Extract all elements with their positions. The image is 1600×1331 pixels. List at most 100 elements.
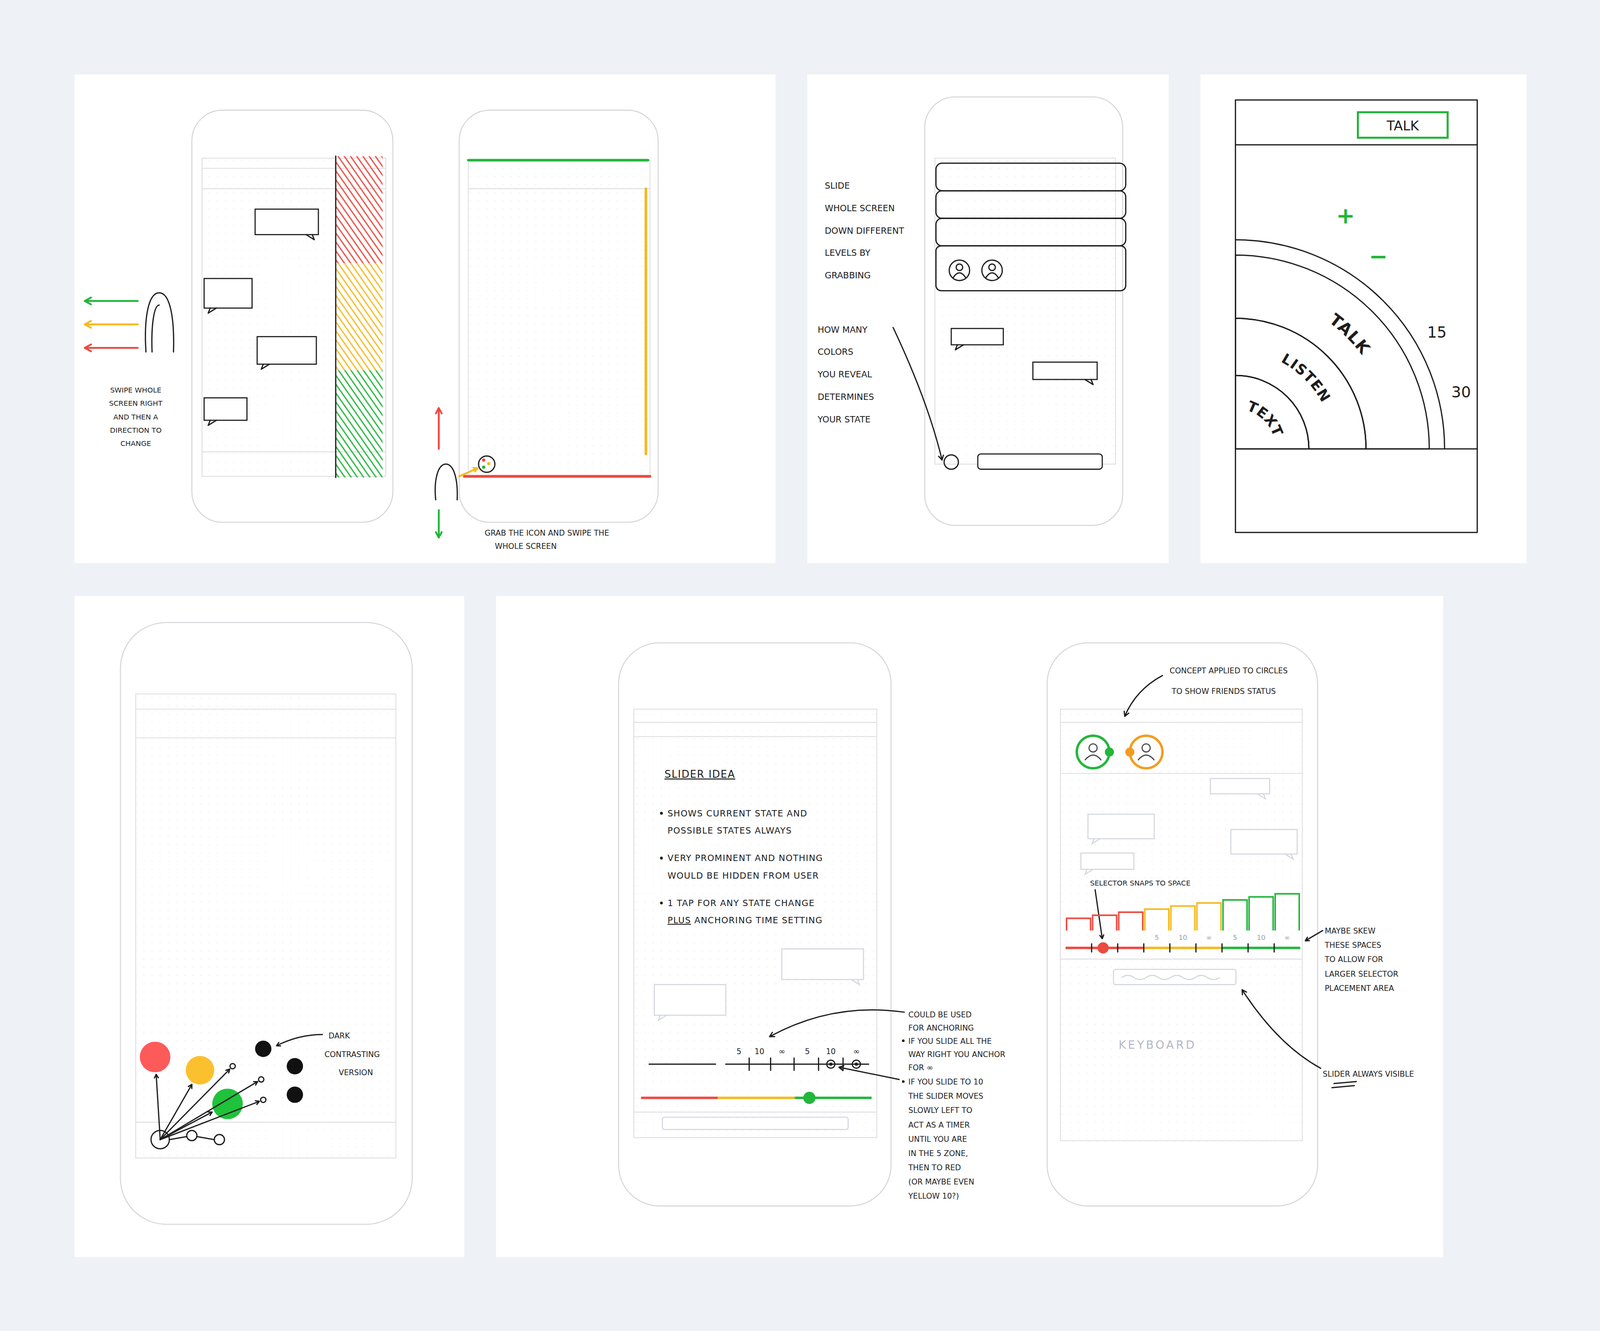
anchor-tick: 10 — [754, 1047, 765, 1057]
state-layer[interactable] — [935, 190, 1126, 219]
status-dot — [1125, 747, 1135, 757]
message-input[interactable] — [977, 453, 1103, 470]
svg-text:TALK: TALK — [1386, 118, 1420, 134]
state-bar[interactable] — [335, 156, 383, 264]
svg-text:COULD BE USED: COULD BE USED — [908, 1010, 972, 1020]
note-arrow-icon — [769, 1010, 905, 1038]
chat-bubble — [1230, 829, 1298, 860]
swipe-note: SWIPE WHOLESCREEN RIGHTAND THEN ADIRECTI… — [108, 385, 163, 448]
snap-tick: 10 — [1256, 933, 1266, 942]
slider-concept-panel: SLIDER IDEASHOWS CURRENT STATE ANDPOSSIB… — [496, 596, 1444, 1258]
phone-outline — [191, 110, 393, 523]
svg-text:PLACEMENT AREA: PLACEMENT AREA — [1324, 984, 1395, 994]
svg-text:YELLOW 10?): YELLOW 10?) — [907, 1192, 959, 1201]
svg-text:DARK: DARK — [328, 1031, 350, 1041]
note-arrow-icon — [893, 327, 944, 461]
state-button[interactable] — [944, 454, 959, 470]
snap-tick: ∞ — [1206, 933, 1212, 942]
svg-text:YOU REVEAL: YOU REVEAL — [817, 369, 873, 380]
plus-button[interactable]: + — [1336, 202, 1355, 229]
svg-text:TO ALLOW FOR: TO ALLOW FOR — [1324, 955, 1383, 965]
phone-outline — [618, 643, 892, 1207]
sketch-board: SWIPE WHOLESCREEN RIGHTAND THEN ADIRECTI… — [0, 0, 1600, 1331]
phone-screen — [633, 709, 877, 1138]
state-ring[interactable] — [1235, 254, 1429, 449]
svg-text:UNTIL YOU ARE: UNTIL YOU ARE — [908, 1135, 968, 1145]
svg-text:IF YOU SLIDE TO 10: IF YOU SLIDE TO 10 — [908, 1077, 984, 1087]
chat-bubble — [254, 209, 319, 240]
svg-text:THEN TO RED: THEN TO RED — [907, 1163, 961, 1173]
anchor-tick: 5 — [736, 1047, 742, 1057]
slider-knob[interactable] — [1097, 942, 1109, 954]
slider-knob[interactable] — [803, 1092, 816, 1105]
svg-text:COLORS: COLORS — [817, 347, 854, 357]
anchor-scale[interactable]: 510∞510∞ — [649, 1047, 869, 1071]
svg-text:SLIDE: SLIDE — [824, 180, 850, 191]
state-bar[interactable] — [335, 263, 383, 371]
svg-text:GRABBING: GRABBING — [824, 270, 871, 281]
friend-status-avatar[interactable] — [1076, 735, 1115, 769]
svg-text:VERY PROMINENT AND NOTHING: VERY PROMINENT AND NOTHING — [667, 853, 824, 864]
message-input[interactable] — [662, 1117, 849, 1130]
ring-label: LISTEN — [1278, 350, 1335, 406]
grab-note: GRAB THE ICON AND SWIPE THEWHOLE SCREEN — [484, 528, 610, 551]
dial-concept-panel: TALKTALKLISTENTEXT+−1530 — [1200, 74, 1527, 564]
reveal-concept-panel: SLIDEWHOLE SCREENDOWN DIFFERENTLEVELS BY… — [807, 74, 1169, 564]
state-layer[interactable] — [935, 218, 1126, 246]
dial-sketch: TALKTALKLISTENTEXT+−1530 — [1200, 74, 1527, 564]
snap-tick: 5 — [1154, 933, 1160, 942]
state-grab-icon[interactable] — [478, 455, 495, 473]
svg-text:IN THE 5 ZONE,: IN THE 5 ZONE, — [908, 1149, 969, 1159]
svg-text:IF YOU SLIDE ALL THE: IF YOU SLIDE ALL THE — [908, 1037, 992, 1047]
avatar-icon[interactable] — [981, 260, 1003, 281]
top-edge-bar[interactable] — [468, 158, 648, 162]
state-layer[interactable] — [935, 163, 1126, 191]
right-edge-bar[interactable] — [644, 188, 648, 454]
snap-tick: ∞ — [1284, 933, 1290, 942]
friend-status-avatar[interactable] — [1125, 735, 1163, 769]
anchor-tick: ∞ — [852, 1047, 860, 1057]
chat-bubble — [1080, 853, 1134, 875]
dark-version-note: DARKCONTRASTINGVERSION — [324, 1031, 380, 1078]
state-dot[interactable] — [185, 1056, 215, 1085]
snap-spaces — [1066, 894, 1300, 931]
svg-text:AND THEN A: AND THEN A — [113, 412, 158, 422]
note-arrow-icon — [276, 1034, 323, 1047]
top-row: SWIPE WHOLESCREEN RIGHTAND THEN ADIRECTI… — [74, 74, 1600, 564]
bottom-edge-bar[interactable] — [464, 475, 650, 478]
svg-text:DOWN DIFFERENT: DOWN DIFFERENT — [824, 225, 904, 236]
dark-state-dot[interactable] — [286, 1058, 303, 1075]
anchor-tick: ∞ — [778, 1047, 785, 1057]
state-bar[interactable] — [335, 370, 383, 478]
state-ring[interactable] — [1235, 375, 1309, 450]
minus-button[interactable]: − — [1368, 243, 1388, 270]
state-slider[interactable] — [641, 1092, 872, 1105]
keyboard-placeholder: KEYBOARD — [1118, 1038, 1197, 1052]
state-dot[interactable] — [139, 1042, 171, 1073]
concept-note: CONCEPT APPLIED TO CIRCLESTO SHOW FRIEND… — [1169, 666, 1288, 697]
svg-text:DETERMINES: DETERMINES — [817, 392, 875, 402]
message-input[interactable] — [1113, 969, 1237, 985]
snap-tick: 10 — [1178, 933, 1187, 942]
dark-state-dot[interactable] — [254, 1041, 272, 1058]
talk-button[interactable]: TALK — [1357, 112, 1448, 138]
friends-header — [935, 246, 1126, 292]
ring-label: TALK — [1325, 309, 1375, 359]
chat-bubble — [1032, 362, 1098, 385]
chat-bubble — [1087, 814, 1154, 845]
hand-icon — [145, 292, 175, 352]
note-arrow-icon — [1242, 990, 1321, 1069]
svg-text:SLOWLY LEFT TO: SLOWLY LEFT TO — [908, 1106, 973, 1116]
grab-arrow-icon — [459, 468, 478, 477]
state-slider[interactable] — [1065, 942, 1301, 954]
dark-state-dot[interactable] — [286, 1086, 303, 1103]
note-arrow-icon — [1124, 675, 1163, 717]
avatar-icon[interactable] — [949, 260, 970, 281]
svg-text:PLUS ANCHORING TIME SETTING: PLUS ANCHORING TIME SETTING — [667, 915, 823, 926]
idea-bullet: VERY PROMINENT AND NOTHINGWOULD BE HIDDE… — [659, 853, 824, 881]
dots-sketch: DARKCONTRASTINGVERSION — [74, 596, 465, 1258]
ring-label: TEXT — [1245, 397, 1287, 440]
svg-text:HOW MANY: HOW MANY — [817, 325, 868, 335]
reveal-sketch: SLIDEWHOLE SCREENDOWN DIFFERENTLEVELS BY… — [807, 74, 1169, 564]
state-origin-button[interactable] — [150, 1130, 170, 1150]
